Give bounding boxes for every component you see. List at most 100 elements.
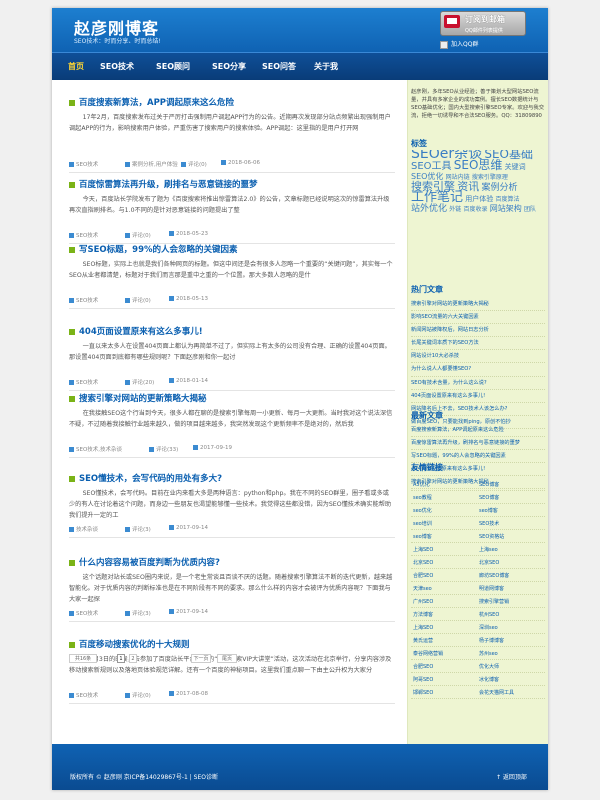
friend-link[interactable]: 冰化博客: [479, 676, 499, 683]
friend-link[interactable]: 杭州SEO: [479, 611, 499, 618]
tag-link[interactable]: 案例分析: [481, 183, 517, 193]
new-post-link[interactable]: 百度搜索新算法，APP调起原来这么危险: [411, 424, 545, 438]
friend-link[interactable]: 泰谷网络营销: [413, 650, 443, 657]
friend-link[interactable]: seo博客: [479, 507, 498, 514]
friend-link[interactable]: 合肥SEO: [413, 663, 433, 670]
post-comments[interactable]: 评论(3): [125, 525, 151, 533]
post-category[interactable]: SEO技术: [69, 378, 98, 386]
qq-group-link[interactable]: 加入QQ群: [440, 39, 478, 49]
friend-link[interactable]: SEO博客: [479, 481, 499, 488]
post-category[interactable]: 技术杂谈: [69, 525, 98, 533]
hot-post-link[interactable]: SEO有技术含量，为什么这么说?: [411, 377, 545, 390]
folder-icon: [69, 693, 74, 698]
friend-link[interactable]: 阿哥SEO: [413, 676, 433, 683]
friend-link[interactable]: 方法博客: [413, 611, 433, 618]
folder-icon: [69, 298, 74, 303]
friend-link[interactable]: SEO博客: [479, 494, 499, 501]
friend-link[interactable]: 优化大师: [479, 663, 499, 670]
friend-link[interactable]: seo优化: [413, 507, 432, 514]
hot-post-link[interactable]: 新闻网站被降权后，网站日志分析: [411, 324, 545, 338]
subscribe-email-button[interactable]: 订阅到邮箱 QQ邮件列表提供: [440, 11, 526, 36]
friend-link[interactable]: 上海seo: [479, 546, 498, 553]
post-meta: SEO技术 评论(0) 2017-08-08: [69, 690, 395, 700]
friend-link[interactable]: 搜索引擎营销: [479, 598, 509, 605]
post-comments[interactable]: 评论(33): [149, 445, 178, 453]
post-title[interactable]: 404页面设置原来有这么多事儿!: [69, 325, 395, 337]
back-to-top-link[interactable]: ↑ 返回顶部: [496, 772, 527, 781]
hot-post-link[interactable]: 搜索引擎对网站的更新策略大揭秘: [411, 298, 545, 312]
folder-icon: [69, 380, 74, 385]
friend-link[interactable]: 北京SEO: [413, 559, 433, 566]
tag-link[interactable]: 外链: [449, 206, 461, 213]
nav-seo-consultant[interactable]: SEO顾问: [156, 53, 190, 81]
post-comments[interactable]: 评论(0): [181, 160, 207, 168]
friend-link[interactable]: seo博客: [413, 533, 432, 540]
nav-seo-tech[interactable]: SEO技术: [100, 53, 134, 81]
friend-link[interactable]: 会花天猫网工具: [479, 689, 514, 696]
friend-link[interactable]: 天津seo: [413, 585, 432, 592]
post-category[interactable]: SEO技术: [69, 691, 98, 699]
friend-link[interactable]: 邯郸SEO: [413, 689, 433, 696]
post-comments[interactable]: 评论(0): [125, 296, 151, 304]
nav-home[interactable]: 首页: [68, 53, 84, 81]
tag-link[interactable]: 百度算法: [495, 196, 519, 203]
tag-link[interactable]: 关键词: [505, 163, 526, 171]
post-comments[interactable]: 评论(0): [125, 231, 151, 239]
post-comments[interactable]: 评论(0): [125, 691, 151, 699]
pager-page-2[interactable]: 2: [129, 654, 137, 663]
post-tags[interactable]: 案例分析,用户体验: [125, 160, 178, 168]
tag-link[interactable]: 工作笔记: [411, 190, 463, 205]
post-comments[interactable]: 评论(3): [125, 609, 151, 617]
hot-post-link[interactable]: 网站设计10大必杀技: [411, 350, 545, 364]
hot-post-link[interactable]: 影响SEO流量的六大关键因素: [411, 311, 545, 325]
post-category[interactable]: SEO技术: [69, 609, 98, 617]
tag-link[interactable]: SEO思维: [454, 158, 503, 172]
post-category[interactable]: SEO技术: [69, 296, 98, 304]
friend-link[interactable]: 廊坊SEO博客: [479, 572, 509, 579]
hot-post-link[interactable]: 为什么说人人都要懂SEO?: [411, 363, 545, 377]
tag-link[interactable]: 用户体验: [465, 195, 493, 203]
post-category[interactable]: SEO技术: [69, 231, 98, 239]
friend-link[interactable]: 杨子博博客: [479, 637, 504, 644]
nav-about[interactable]: 关于我: [314, 53, 338, 81]
tag-link[interactable]: 站外优化: [411, 204, 447, 214]
tag-link[interactable]: 百度收录: [464, 206, 488, 213]
pager-next[interactable]: 下一页: [191, 654, 211, 663]
friend-link[interactable]: seo教程: [413, 494, 432, 501]
hot-post-link[interactable]: 长尾关键词本质下的SEO方法: [411, 337, 545, 351]
post-title[interactable]: 百度搜索新算法，APP调起原来这么危险: [69, 96, 395, 108]
friend-link[interactable]: 上海SEO: [413, 624, 433, 631]
friend-link[interactable]: 明道网博客: [479, 585, 504, 592]
post-category[interactable]: SEO技术,技术杂谈: [69, 445, 122, 453]
friend-link[interactable]: 上海SEO: [413, 546, 433, 553]
pager-last[interactable]: 尾页: [217, 654, 237, 663]
pager-page-1[interactable]: 1: [117, 654, 125, 663]
post-title[interactable]: 百度惊雷算法再升级，刷排名与恶意链接的噩梦: [69, 178, 395, 190]
friend-link[interactable]: 黄氏运营: [413, 637, 433, 644]
hot-post-link[interactable]: 404页面设置原来有这么多事儿!: [411, 390, 545, 403]
tag-link[interactable]: SEO工具: [411, 161, 452, 172]
post-summary: 这个话题对站长或SEO圈内来说，是一个老生常谈且百谈不厌的话题。随着搜索引擎算法…: [69, 574, 393, 603]
post-title[interactable]: 百度移动搜索优化的十大规则: [69, 638, 395, 650]
friend-link[interactable]: SEO技术: [479, 520, 499, 527]
friend-link[interactable]: 苏州seo: [479, 650, 498, 657]
tag-link[interactable]: 团队: [524, 206, 536, 213]
friend-link[interactable]: 北京SEO: [479, 559, 499, 566]
tag-link[interactable]: 网站架构: [490, 204, 522, 213]
friend-link[interactable]: seo培训: [413, 520, 432, 527]
post-comments[interactable]: 评论(20): [125, 378, 154, 386]
nav-seo-share[interactable]: SEO分享: [212, 53, 246, 81]
friend-links-row: 北京SEO 北京SEO: [411, 556, 545, 569]
friend-link[interactable]: 广州SEO: [413, 598, 433, 605]
post-category[interactable]: SEO技术: [69, 160, 98, 168]
new-post-link[interactable]: 百度惊雷算法再升级，刷排名与恶意链接的噩梦: [411, 437, 545, 451]
friend-link[interactable]: A5优化: [413, 481, 430, 488]
post-title[interactable]: SEO懂技术，会写代码的用处有多大?: [69, 472, 395, 484]
post-title[interactable]: 搜索引擎对网站的更新策略大揭秘: [69, 392, 395, 404]
friend-link[interactable]: 合肥SEO: [413, 572, 433, 579]
nav-seo-qa[interactable]: SEO问答: [262, 53, 296, 81]
post-title[interactable]: 写SEO标题，99%的人会忽略的关键因素: [69, 243, 395, 255]
post-title[interactable]: 什么内容容易被百度判断为优质内容?: [69, 556, 395, 568]
friend-link[interactable]: SEO资格站: [479, 533, 504, 540]
friend-link[interactable]: 深圳seo: [479, 624, 498, 631]
